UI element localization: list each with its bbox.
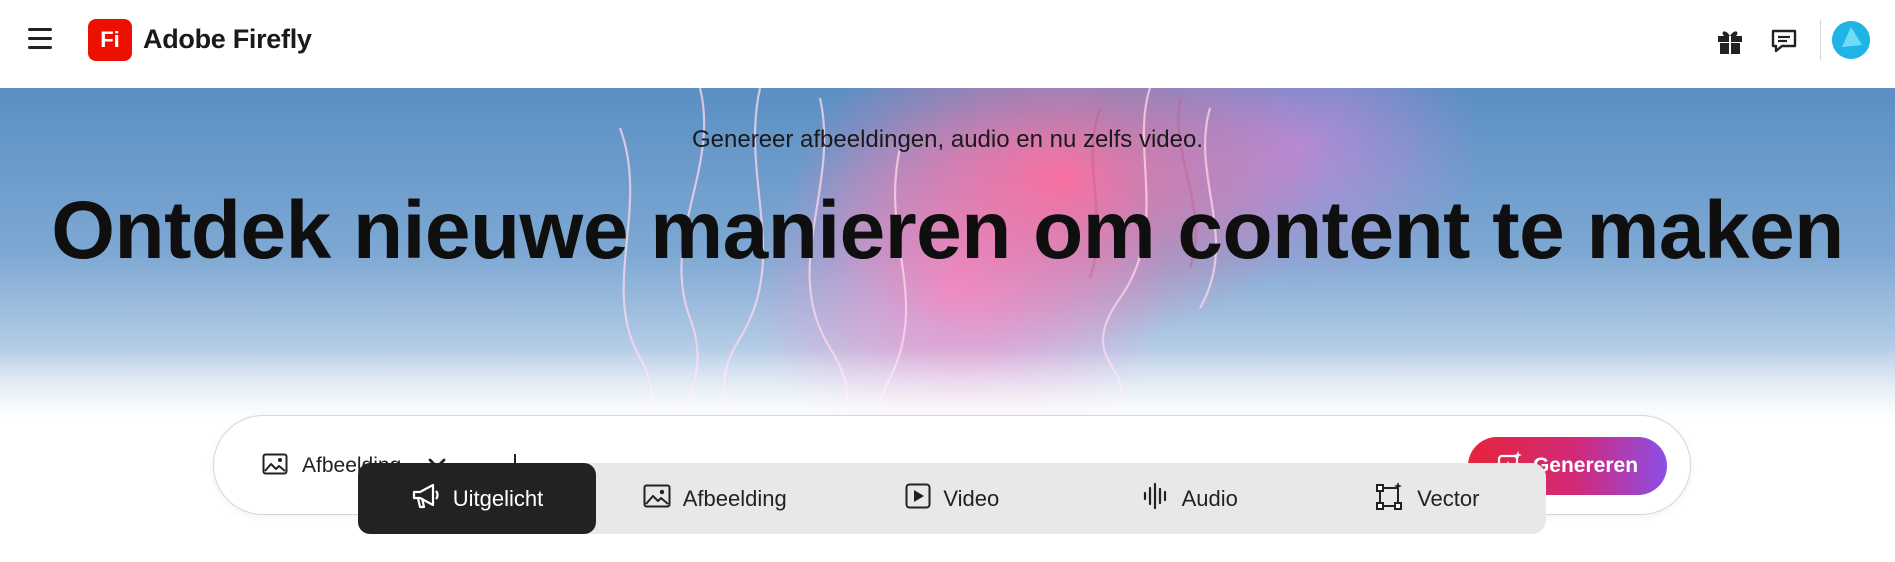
generate-label: Genereren	[1532, 454, 1639, 477]
menu-icon[interactable]	[26, 28, 54, 52]
tab-audio[interactable]: Audio	[1071, 463, 1309, 534]
waveform-icon	[1142, 482, 1170, 516]
tab-label: Afbeelding	[682, 485, 787, 511]
tab-video[interactable]: Video	[834, 463, 1072, 534]
logo-text: Fi	[100, 27, 120, 52]
top-header: Fi Adobe Firefly	[0, 0, 1895, 88]
tab-afbeelding[interactable]: Afbeelding	[596, 463, 834, 534]
tab-vector[interactable]: Vector	[1309, 463, 1547, 534]
tab-label: Video	[943, 485, 1000, 511]
megaphone-icon	[411, 482, 441, 516]
tab-label: Audio	[1181, 485, 1238, 511]
header-divider	[1820, 20, 1821, 60]
category-tabs: Uitgelicht Afbeelding Video Audio Vector	[358, 463, 1546, 534]
vector-icon	[1375, 481, 1405, 517]
gift-icon[interactable]	[1713, 24, 1747, 58]
tab-label: Uitgelicht	[452, 485, 544, 511]
tab-label: Vector	[1417, 485, 1480, 511]
image-icon	[643, 484, 671, 514]
tab-uitgelicht[interactable]: Uitgelicht	[358, 463, 596, 534]
hero-subtitle: Genereer afbeeldingen, audio en nu zelfs…	[691, 126, 1204, 153]
hero-headline: Ontdek nieuwe manieren om content te mak…	[51, 185, 1844, 276]
image-icon	[262, 453, 288, 480]
chat-icon[interactable]	[1767, 24, 1801, 58]
play-icon	[905, 483, 931, 515]
avatar[interactable]	[1832, 21, 1870, 59]
firefly-logo[interactable]: Fi	[88, 19, 132, 61]
brand-name[interactable]: Adobe Firefly	[143, 24, 312, 55]
